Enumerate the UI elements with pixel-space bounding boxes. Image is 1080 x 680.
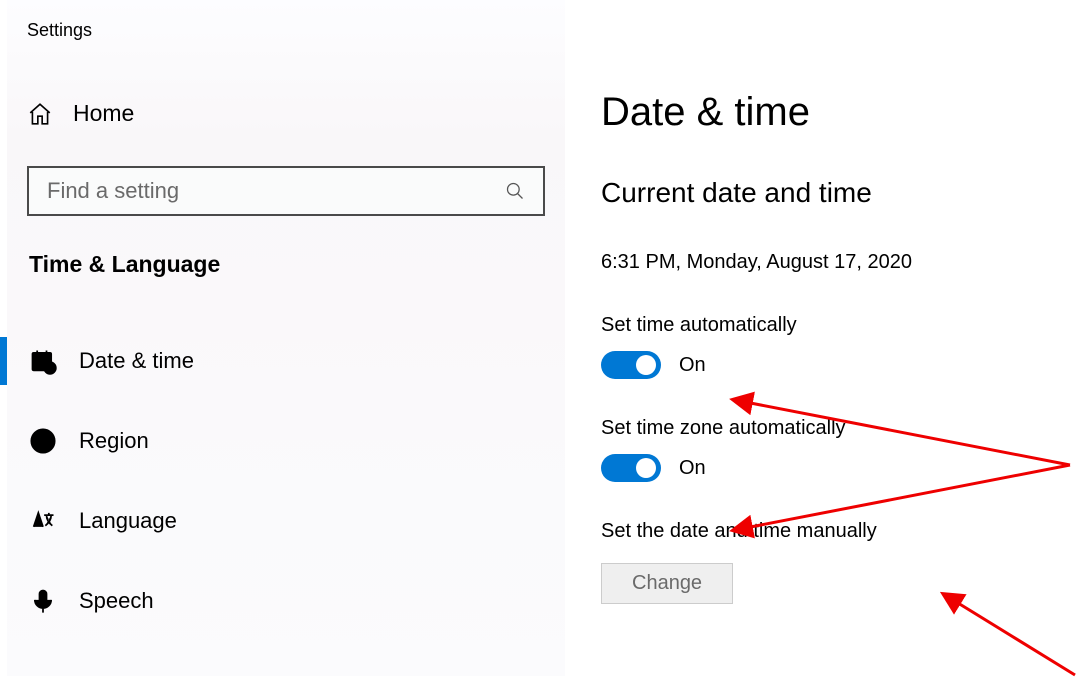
sidebar-item-label: Language bbox=[79, 508, 177, 534]
globe-icon bbox=[29, 427, 57, 455]
toggle-state: On bbox=[679, 457, 706, 480]
main-content: Date & time Current date and time 6:31 P… bbox=[565, 0, 1080, 676]
manual-label: Set the date and time manually bbox=[601, 520, 1080, 543]
microphone-icon bbox=[29, 587, 57, 615]
change-button[interactable]: Change bbox=[601, 563, 733, 604]
sidebar-item-region[interactable]: Region bbox=[27, 413, 545, 469]
section-title: Current date and time bbox=[601, 177, 1080, 209]
sidebar-item-label: Speech bbox=[79, 588, 154, 614]
toggle-auto-timezone[interactable] bbox=[601, 454, 661, 482]
language-icon bbox=[29, 507, 57, 535]
toggle-label-auto-timezone: Set time zone automatically bbox=[601, 417, 1080, 440]
toggle-label-auto-time: Set time automatically bbox=[601, 314, 1080, 337]
current-datetime: 6:31 PM, Monday, August 17, 2020 bbox=[601, 251, 1080, 274]
home-nav[interactable]: Home bbox=[27, 96, 545, 131]
page-title: Date & time bbox=[601, 90, 1080, 135]
sidebar-item-speech[interactable]: Speech bbox=[27, 573, 545, 629]
sidebar-item-date-time[interactable]: Date & time bbox=[27, 333, 545, 389]
calendar-icon bbox=[29, 347, 57, 375]
search-icon bbox=[505, 181, 525, 201]
sidebar-item-label: Region bbox=[79, 428, 149, 454]
search-input[interactable]: Find a setting bbox=[27, 166, 545, 216]
sidebar-item-language[interactable]: Language bbox=[27, 493, 545, 549]
window-title: Settings bbox=[27, 20, 545, 41]
search-placeholder: Find a setting bbox=[47, 178, 179, 204]
sidebar-item-label: Date & time bbox=[79, 348, 194, 374]
toggle-state: On bbox=[679, 354, 706, 377]
sidebar: Settings Home Find a setting Time & Lang… bbox=[0, 0, 565, 676]
toggle-auto-time[interactable] bbox=[601, 351, 661, 379]
home-icon bbox=[27, 101, 53, 127]
category-heading: Time & Language bbox=[27, 251, 545, 278]
home-label: Home bbox=[73, 100, 134, 127]
